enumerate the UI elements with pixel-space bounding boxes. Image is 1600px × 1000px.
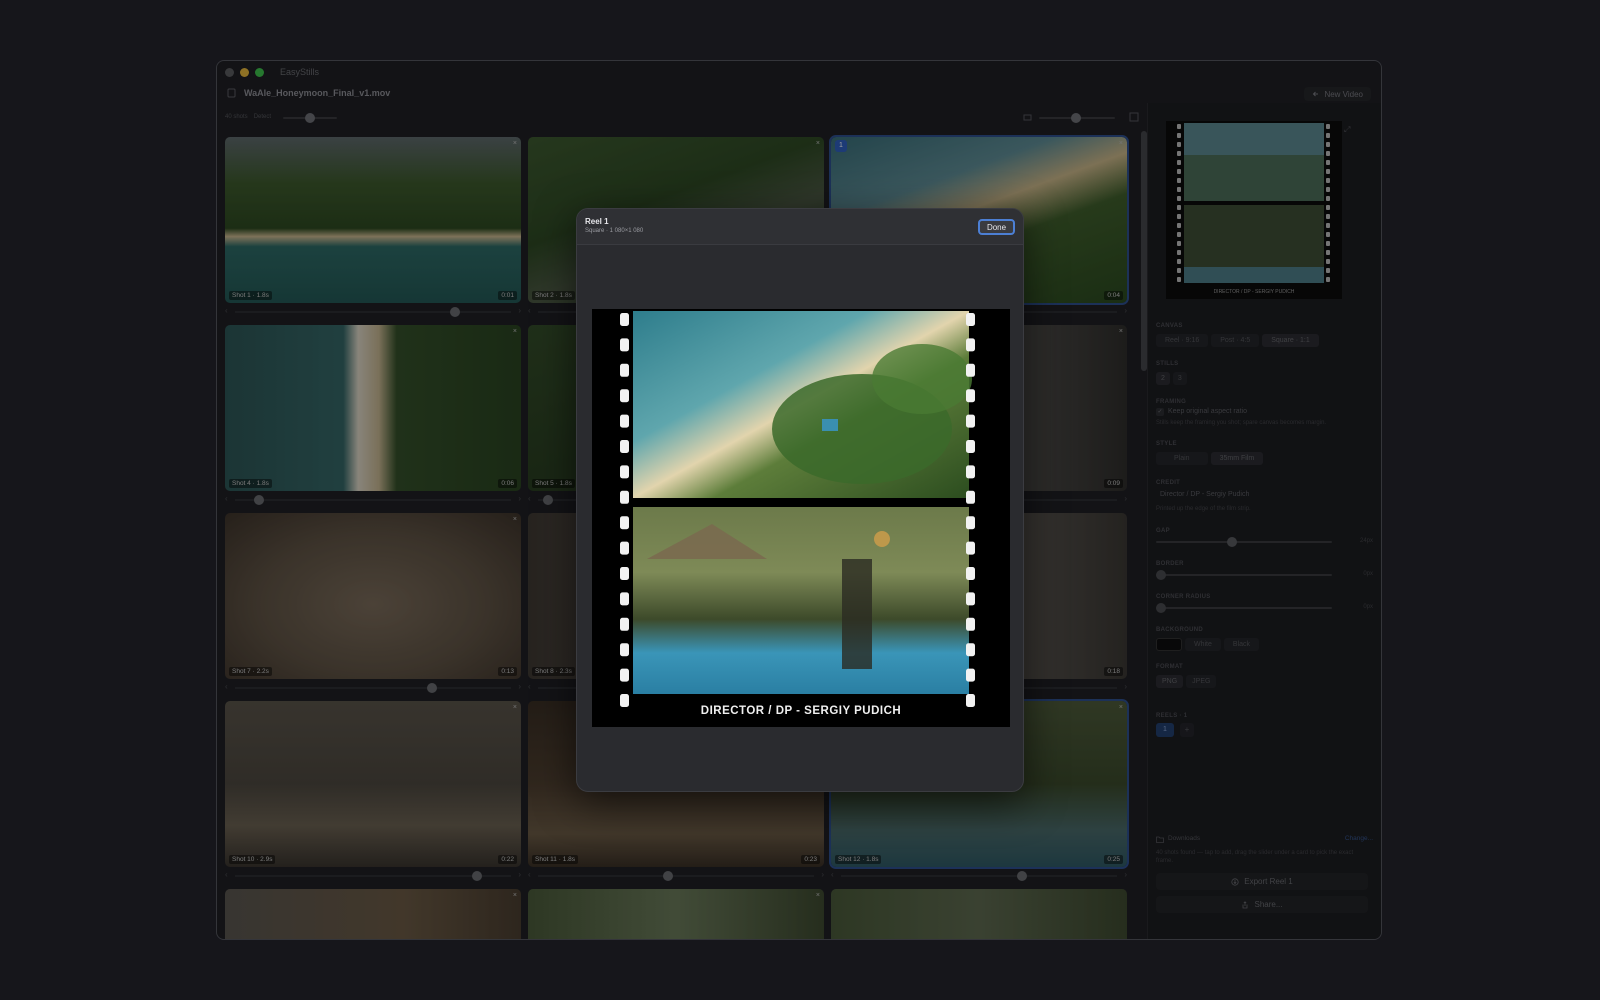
film-strip-render: DIRECTOR / DP - SERGIY PUDICH bbox=[592, 309, 1010, 727]
sprocket-hole bbox=[620, 643, 629, 657]
reel-preview-sheet: Reel 1 Square · 1 080×1 080 Done DIRECTO… bbox=[576, 208, 1024, 792]
sprocket-hole bbox=[620, 440, 629, 453]
sprocket-hole bbox=[966, 465, 975, 479]
sprocket-hole bbox=[966, 490, 975, 504]
film-strip-art bbox=[592, 309, 1010, 727]
sprocket-hole bbox=[620, 567, 629, 580]
still-pool bbox=[633, 507, 969, 694]
sprocket-hole bbox=[966, 338, 975, 352]
sheet-header: Reel 1 Square · 1 080×1 080 Done bbox=[577, 209, 1023, 245]
sprocket-hole bbox=[966, 592, 975, 606]
sheet-subtitle: Square · 1 080×1 080 bbox=[585, 228, 644, 234]
sprocket-hole bbox=[966, 414, 975, 428]
sprocket-hole bbox=[620, 338, 629, 352]
sprocket-hole bbox=[620, 414, 629, 428]
sprocket-hole bbox=[620, 541, 629, 555]
sprocket-hole bbox=[620, 389, 629, 403]
sprocket-hole bbox=[620, 516, 629, 530]
sprocket-hole bbox=[620, 363, 629, 377]
sprocket-hole bbox=[966, 313, 975, 326]
sprocket-hole bbox=[966, 541, 975, 555]
sprocket-hole bbox=[966, 567, 975, 580]
sprocket-hole bbox=[966, 516, 975, 530]
sprocket-hole bbox=[966, 643, 975, 657]
done-button[interactable]: Done bbox=[978, 219, 1015, 235]
sprocket-hole bbox=[620, 465, 629, 479]
sprocket-hole bbox=[620, 617, 629, 631]
sprocket-hole bbox=[966, 389, 975, 403]
sprocket-hole bbox=[966, 617, 975, 631]
sheet-title: Reel 1 bbox=[585, 217, 609, 226]
sprocket-hole bbox=[620, 592, 629, 606]
sprocket-hole bbox=[966, 363, 975, 377]
sprocket-hole bbox=[620, 313, 629, 326]
sprocket-hole bbox=[620, 668, 629, 682]
sprocket-hole bbox=[966, 668, 975, 682]
film-credit: DIRECTOR / DP - SERGIY PUDICH bbox=[700, 705, 902, 717]
sprocket-hole bbox=[966, 440, 975, 453]
sprocket-hole bbox=[620, 490, 629, 504]
